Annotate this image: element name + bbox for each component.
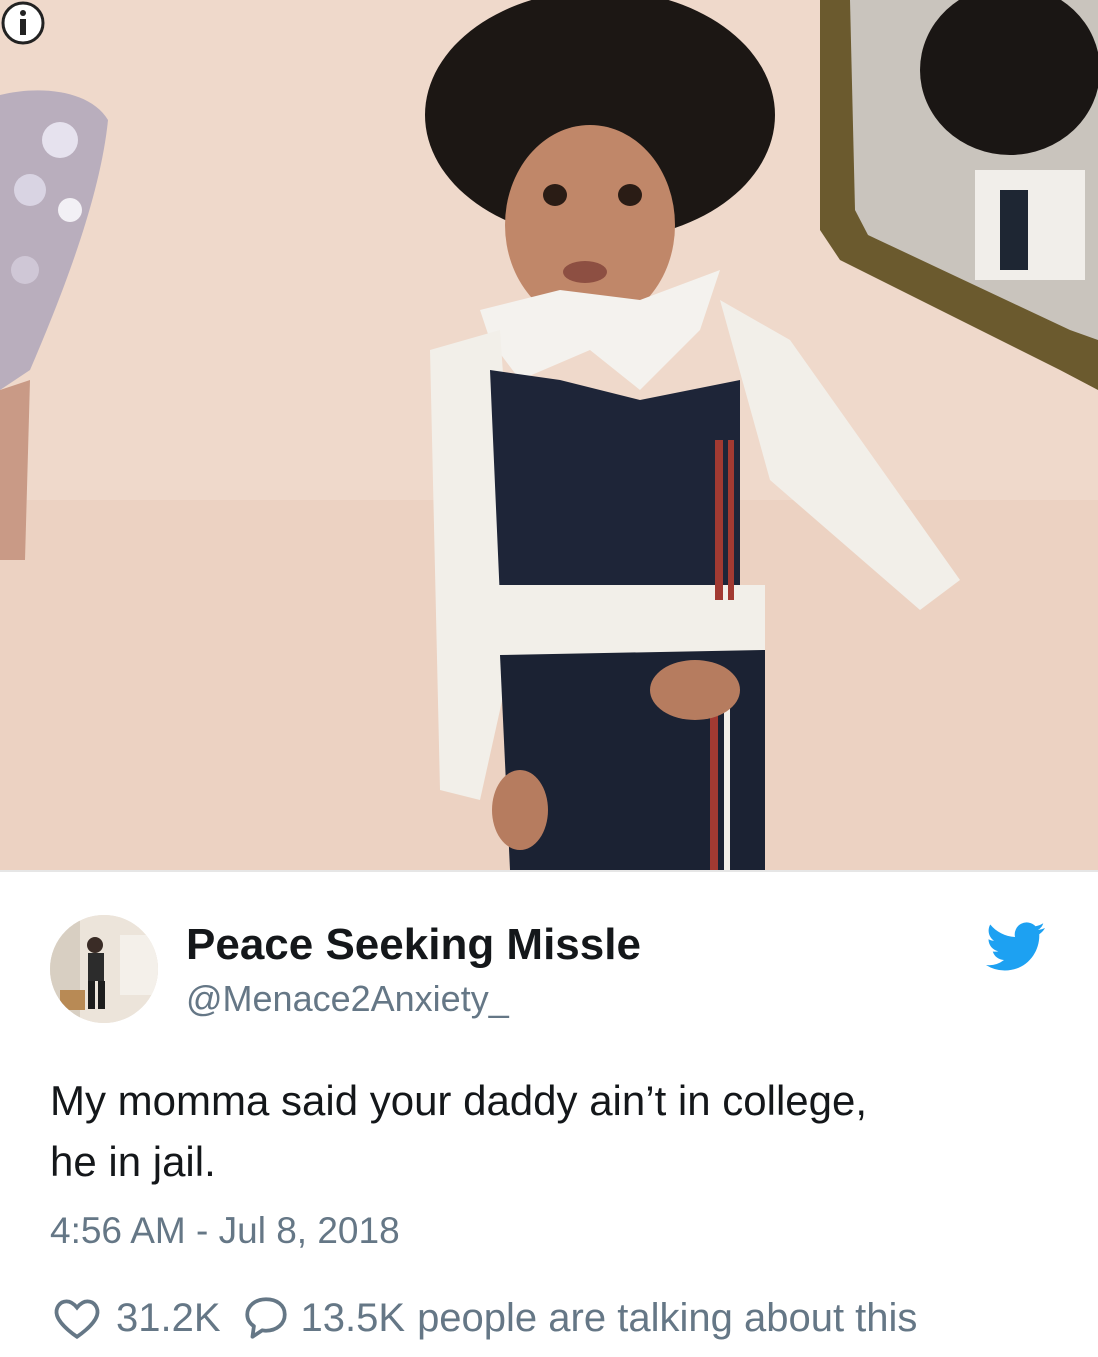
author-handle[interactable]: @Menace2Anxiety_ [186,978,509,1020]
heart-icon[interactable] [52,1293,102,1343]
talking-count[interactable]: 13.5K [301,1296,406,1341]
tweet-photo[interactable] [0,0,1098,870]
info-icon[interactable] [0,0,46,46]
tweet-timestamp[interactable]: 4:56 AM - Jul 8, 2018 [50,1210,400,1252]
photo-divider [0,870,1098,872]
tweet-text-line-2: he in jail. [50,1138,216,1185]
talking-label[interactable]: people are talking about this [417,1296,917,1341]
like-count: 31.2K [116,1295,221,1340]
tweet-actions: 31.2K 13.5K people are talking about thi… [52,1292,917,1344]
author-display-name[interactable]: Peace Seeking Missle [186,920,641,970]
photo-illustration [0,0,1098,870]
twitter-bird-icon[interactable] [986,922,1046,972]
speech-bubble-icon[interactable] [241,1293,291,1343]
avatar[interactable] [50,915,158,1023]
tweet-text: My momma said your daddy ain’t in colleg… [50,1070,1050,1192]
avatar-image [50,915,158,1023]
tweet-text-line-1: My momma said your daddy ain’t in colleg… [50,1077,868,1124]
